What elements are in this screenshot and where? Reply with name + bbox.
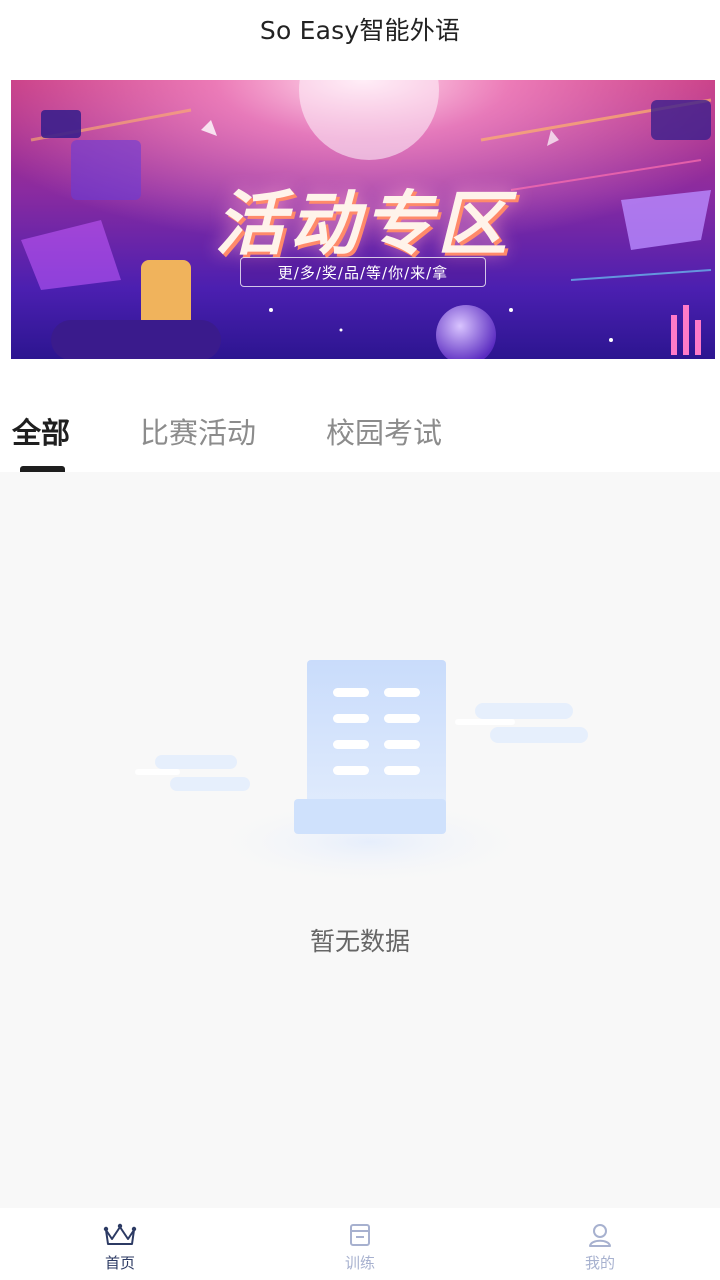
- banner-subtitle: 更/多/奖/品/等/你/来/拿: [240, 257, 486, 287]
- nav-label-home: 首页: [104, 1254, 135, 1272]
- app-header: So Easy智能外语: [0, 0, 720, 58]
- nav-label-training: 训练: [344, 1254, 375, 1272]
- nav-item-training[interactable]: 训练: [240, 1208, 480, 1280]
- nav-label-mine: 我的: [584, 1254, 615, 1272]
- app-screen: So Easy智能外语 活动专区 更/多/奖/品/等/你/来/拿 全部 比赛活动…: [0, 0, 720, 1280]
- tab-competition-activities[interactable]: 比赛活动: [140, 410, 256, 452]
- category-tabs: 全部 比赛活动 校园考试: [0, 400, 720, 472]
- bottom-navigation: 首页 训练 我的: [0, 1208, 720, 1280]
- nav-item-home[interactable]: 首页: [0, 1208, 240, 1280]
- user-icon: [583, 1220, 617, 1250]
- empty-state-text: 暂无数据: [309, 927, 410, 956]
- tab-all[interactable]: 全部: [12, 410, 70, 452]
- page-title: So Easy智能外语: [259, 16, 461, 45]
- empty-document-icon: [135, 660, 588, 887]
- nav-item-mine[interactable]: 我的: [480, 1208, 720, 1280]
- activity-list-area: 暂无数据: [0, 472, 720, 1208]
- banner-title: 活动专区: [215, 183, 511, 265]
- training-icon: [343, 1220, 377, 1250]
- tab-campus-exams[interactable]: 校园考试: [326, 410, 442, 452]
- crown-icon: [103, 1220, 137, 1250]
- activity-banner[interactable]: 活动专区 更/多/奖/品/等/你/来/拿: [11, 80, 715, 359]
